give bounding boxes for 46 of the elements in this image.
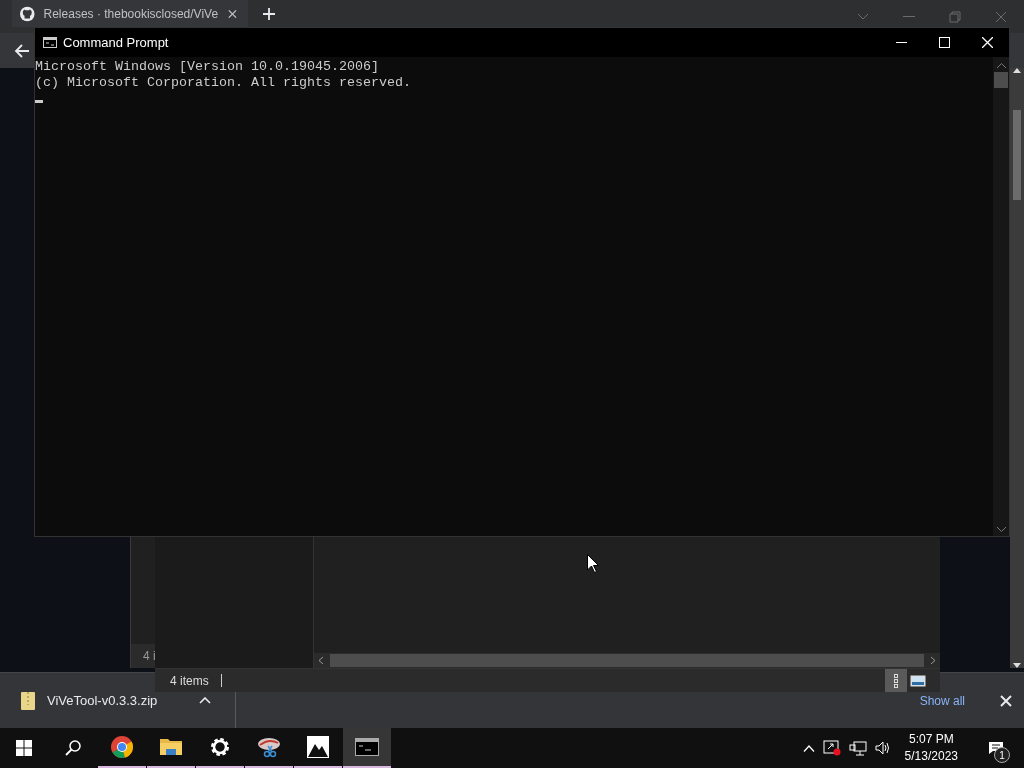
console-line: Microsoft Windows [Version 10.0.19045.2006] xyxy=(35,59,380,75)
chevron-up-icon[interactable] xyxy=(802,744,815,752)
scroll-right-icon[interactable] xyxy=(930,656,936,665)
caret-up-icon[interactable] xyxy=(199,697,211,704)
taskbar-button[interactable] xyxy=(343,728,391,768)
scrollbar-thumb[interactable] xyxy=(330,654,924,667)
list-icon xyxy=(894,673,898,688)
scroll-down-icon[interactable] xyxy=(1013,663,1021,668)
network-icon[interactable] xyxy=(848,740,867,756)
picture-frame-icon xyxy=(910,672,926,689)
github-icon xyxy=(20,5,35,22)
terminal-icon xyxy=(355,735,379,759)
windows-logo-icon xyxy=(16,740,32,756)
action-center-button[interactable]: 1 xyxy=(976,728,1016,768)
chrome-icon xyxy=(110,735,134,759)
console-line: (c) Microsoft Corporation. All rights reserved. xyxy=(35,75,412,91)
sync-icon[interactable] xyxy=(822,740,841,756)
horizontal-scrollbar[interactable] xyxy=(314,653,940,668)
scrollbar-thumb[interactable] xyxy=(1013,110,1021,200)
back-arrow-icon[interactable] xyxy=(14,43,30,58)
clock[interactable]: 5:07 PM 5/13/2023 xyxy=(904,731,958,765)
scrollbar[interactable] xyxy=(1010,68,1024,668)
mountain-picture-icon xyxy=(306,735,330,759)
window-title: Command Prompt xyxy=(63,35,169,50)
chevron-down-icon[interactable] xyxy=(857,12,869,21)
status-text: 4 items xyxy=(170,673,209,688)
details-view-button[interactable] xyxy=(885,669,907,692)
text-cursor xyxy=(35,100,43,103)
scroll-down-icon[interactable] xyxy=(996,527,1006,532)
scissors-icon xyxy=(257,735,281,759)
notification-badge: 1 xyxy=(994,747,1010,763)
minimize-icon[interactable] xyxy=(903,15,915,18)
gear-icon xyxy=(208,735,232,759)
show-all-link[interactable]: Show all xyxy=(919,693,965,708)
terminal-icon xyxy=(43,37,57,48)
browser-tab[interactable]: Releases · thebookisclosed/ViVe xyxy=(12,0,248,27)
scroll-left-icon[interactable] xyxy=(318,656,324,665)
scrollbar-thumb[interactable] xyxy=(994,72,1008,88)
scrollbar[interactable] xyxy=(993,57,1009,536)
status-text: 4 i xyxy=(143,649,156,663)
zip-file-icon xyxy=(21,691,35,710)
new-tab-icon[interactable] xyxy=(263,8,275,20)
maximize-icon[interactable] xyxy=(939,37,950,48)
volume-icon[interactable] xyxy=(874,741,891,755)
mouse-pointer-icon xyxy=(587,554,599,573)
search-icon xyxy=(65,740,81,756)
